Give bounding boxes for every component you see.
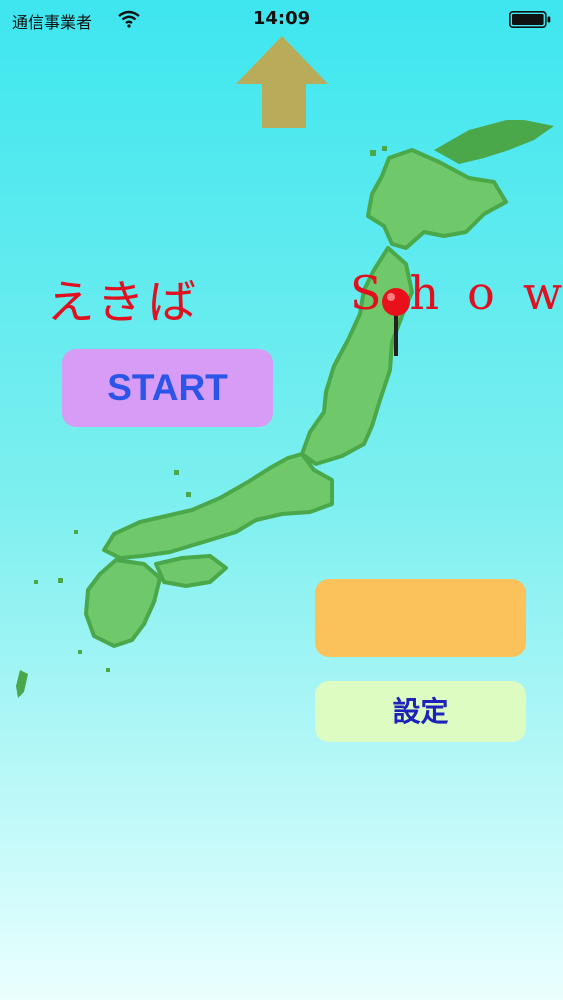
map-pin-icon <box>382 288 410 356</box>
start-button[interactable]: START <box>62 349 273 427</box>
status-bar: 通信事業者 14:09 <box>0 0 563 40</box>
up-arrow-icon[interactable] <box>234 36 330 130</box>
battery-icon <box>509 11 551 28</box>
settings-button[interactable]: 設定 <box>315 681 526 742</box>
app-title: えきば Show <box>46 266 562 336</box>
orange-button[interactable] <box>315 579 526 657</box>
clock: 14:09 <box>252 8 311 29</box>
title-japanese: えきば <box>46 275 200 329</box>
